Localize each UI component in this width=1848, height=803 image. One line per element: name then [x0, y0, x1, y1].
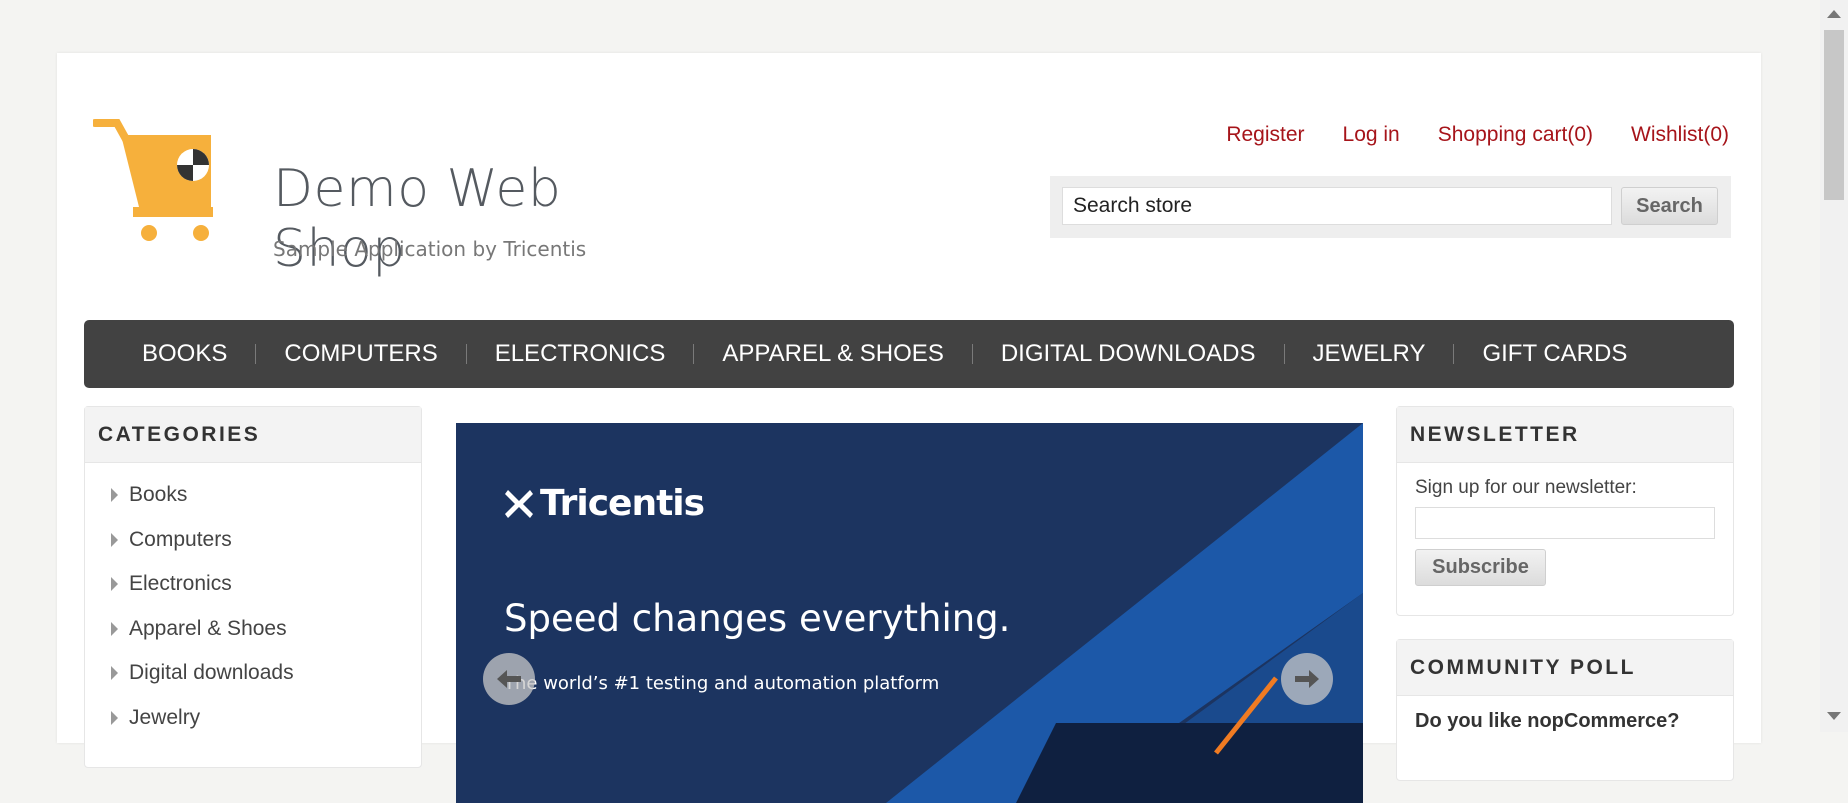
category-label: Computers [129, 527, 232, 551]
category-label: Electronics [129, 572, 232, 596]
search-input[interactable] [1062, 187, 1612, 225]
search-box: Search [1050, 176, 1731, 238]
categories-list: Books Computers Electronics Apparel & Sh… [85, 463, 421, 740]
menu-item-jewelry[interactable]: JEWELRY [1285, 340, 1454, 368]
arrow-right-icon [1295, 670, 1319, 688]
poll-question: Do you like nopCommerce? [1415, 710, 1680, 732]
category-label: Books [129, 483, 188, 507]
menu-item-computers[interactable]: COMPUTERS [256, 340, 465, 368]
menu-item-electronics[interactable]: ELECTRONICS [467, 340, 694, 368]
scroll-up-icon[interactable] [1827, 10, 1841, 18]
category-item-apparel-shoes[interactable]: Apparel & Shoes [111, 607, 421, 652]
site-subtitle: Sample Application by Tricentis [273, 237, 587, 261]
newsletter-title: NEWSLETTER [1397, 407, 1733, 463]
arrow-left-icon [497, 670, 521, 688]
caret-right-icon [111, 710, 118, 725]
category-label: Digital downloads [129, 661, 294, 685]
menu-item-books[interactable]: BOOKS [114, 340, 255, 368]
newsletter-label: Sign up for our newsletter: [1415, 477, 1637, 498]
register-link[interactable]: Register [1226, 123, 1304, 147]
caret-right-icon [111, 488, 118, 503]
category-item-computers[interactable]: Computers [111, 518, 421, 563]
menu-item-apparel-shoes[interactable]: APPAREL & SHOES [694, 340, 971, 368]
menu-item-gift-cards[interactable]: GIFT CARDS [1454, 340, 1655, 368]
category-item-digital-downloads[interactable]: Digital downloads [111, 651, 421, 696]
community-poll-block: COMMUNITY POLL Do you like nopCommerce? [1396, 639, 1734, 781]
newsletter-email-input[interactable] [1415, 507, 1715, 539]
scroll-thumb[interactable] [1824, 30, 1844, 200]
banner-subline: The world’s #1 testing and automation pl… [504, 673, 940, 694]
banner-headline: Speed changes everything. [504, 597, 1011, 640]
tricentis-logo-icon [505, 489, 533, 518]
category-item-books[interactable]: Books [111, 473, 421, 518]
caret-right-icon [111, 621, 118, 636]
site-title: Demo Web Shop [273, 159, 562, 279]
shopping-cart-link[interactable]: Shopping cart(0) [1438, 123, 1593, 147]
vertical-scrollbar[interactable] [1820, 0, 1848, 732]
caret-right-icon [111, 577, 118, 592]
category-label: Apparel & Shoes [129, 616, 287, 640]
category-item-electronics[interactable]: Electronics [111, 562, 421, 607]
header-links: Register Log in Shopping cart(0) Wishlis… [1226, 123, 1729, 147]
category-item-jewelry[interactable]: Jewelry [111, 696, 421, 741]
wishlist-link[interactable]: Wishlist(0) [1631, 123, 1729, 147]
page-container: Demo Web Shop Sample Application by Tric… [57, 53, 1761, 803]
hero-banner[interactable]: Tricentis Speed changes everything. The … [456, 423, 1363, 803]
menu-item-digital-downloads[interactable]: DIGITAL DOWNLOADS [973, 340, 1284, 368]
login-link[interactable]: Log in [1343, 123, 1400, 147]
poll-title: COMMUNITY POLL [1397, 640, 1733, 696]
brand-name: Tricentis [540, 483, 705, 524]
search-button[interactable]: Search [1621, 187, 1718, 225]
site-logo[interactable]: Demo Web Shop Sample Application by Tric… [93, 115, 693, 279]
tricentis-brand: Tricentis [504, 483, 705, 524]
scroll-down-icon[interactable] [1827, 712, 1841, 720]
categories-block: CATEGORIES Books Computers Electronics A… [84, 406, 422, 768]
category-label: Jewelry [129, 705, 201, 729]
categories-title: CATEGORIES [85, 407, 421, 463]
slider-prev-button[interactable] [483, 653, 535, 705]
top-menu: BOOKS COMPUTERS ELECTRONICS APPAREL & SH… [84, 320, 1734, 388]
caret-right-icon [111, 666, 118, 681]
subscribe-button[interactable]: Subscribe [1415, 549, 1546, 586]
shopping-cart-icon [93, 119, 213, 241]
caret-right-icon [111, 532, 118, 547]
newsletter-block: NEWSLETTER Sign up for our newsletter: S… [1396, 406, 1734, 616]
slider-next-button[interactable] [1281, 653, 1333, 705]
